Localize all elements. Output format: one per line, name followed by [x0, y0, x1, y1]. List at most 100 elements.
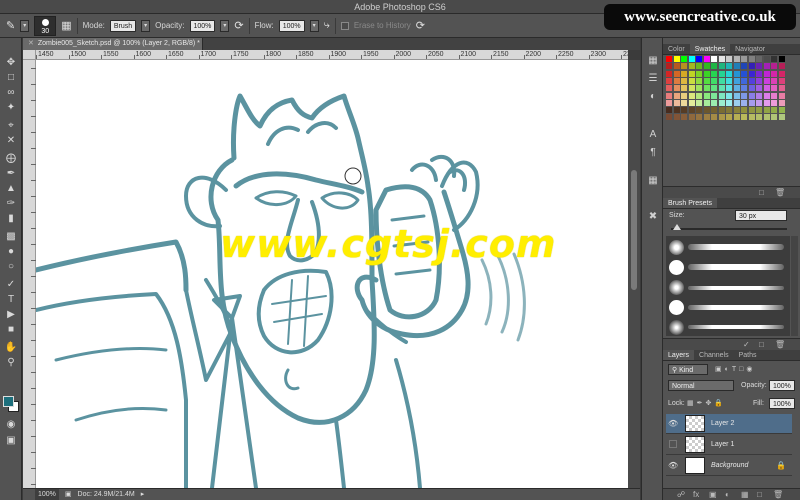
layer-style-icon[interactable]: fx — [693, 489, 699, 500]
swatch[interactable] — [741, 114, 747, 121]
swatch[interactable] — [733, 70, 740, 77]
swatch[interactable] — [718, 77, 725, 84]
brush-panel-icon[interactable]: ▦ — [646, 174, 660, 188]
blend-mode-select[interactable]: Normal — [668, 380, 734, 391]
swatch[interactable] — [763, 92, 770, 99]
vertical-scrollbar[interactable] — [628, 60, 640, 488]
swatch[interactable] — [741, 70, 747, 77]
swatch[interactable] — [696, 85, 702, 92]
pressure-opacity-icon[interactable]: ⟳ — [234, 19, 243, 32]
swatch[interactable] — [711, 114, 717, 121]
swatch[interactable] — [681, 77, 687, 84]
blur-tool-icon[interactable]: ● — [3, 245, 19, 259]
zoom-level[interactable]: 100% — [35, 489, 59, 500]
brush-size-slider[interactable] — [671, 228, 787, 230]
status-menu-arrow-icon[interactable]: ▸ — [141, 489, 145, 500]
swatch[interactable] — [703, 63, 710, 70]
history-brush-tool-icon[interactable]: ✑ — [3, 197, 19, 211]
character-panel-icon[interactable]: A — [646, 128, 660, 142]
swatch[interactable] — [666, 56, 672, 62]
swatch[interactable] — [681, 85, 687, 92]
swatch[interactable] — [681, 107, 687, 114]
swatch[interactable] — [726, 92, 732, 99]
swatch[interactable] — [718, 85, 725, 92]
swatch[interactable] — [688, 77, 695, 84]
eye-icon[interactable]: 👁 — [668, 419, 678, 428]
swatch[interactable] — [703, 99, 710, 106]
swatch[interactable] — [673, 77, 680, 84]
shape-tool-icon[interactable]: ■ — [3, 323, 19, 337]
link-layers-icon[interactable]: ☍ — [677, 489, 685, 500]
swatch[interactable] — [711, 107, 717, 114]
brush-tool-icon[interactable]: ✒ — [3, 167, 19, 181]
swatch-grid[interactable] — [666, 56, 788, 122]
swatch[interactable] — [726, 85, 732, 92]
horizontal-ruler[interactable]: 1450 1500 1550 1600 1650 1700 1750 1800 1850 1900… — [36, 50, 628, 60]
adjustment-layer-icon[interactable]: ◐ — [725, 489, 730, 500]
swatch[interactable] — [763, 77, 770, 84]
swatch[interactable] — [771, 77, 777, 84]
layer-row-layer-1[interactable]: Layer 1 — [666, 435, 792, 455]
swatch[interactable] — [681, 70, 687, 77]
tool-preset-dropdown[interactable]: ▾ — [20, 19, 30, 32]
swatch[interactable] — [748, 107, 755, 114]
tab-navigator[interactable]: Navigator — [730, 44, 770, 54]
swatch[interactable] — [733, 114, 740, 121]
flow-field[interactable]: 100% — [278, 19, 305, 32]
swatch[interactable] — [748, 114, 755, 121]
stamp-tool-icon[interactable]: ▲ — [3, 182, 19, 196]
swatch[interactable] — [711, 92, 717, 99]
healing-tool-icon[interactable]: ⨁ — [3, 152, 19, 166]
close-icon[interactable]: ✕ — [28, 40, 34, 47]
swatch[interactable] — [681, 114, 687, 121]
swatch[interactable] — [748, 56, 755, 62]
swatch[interactable] — [696, 77, 702, 84]
brush-list-scrollbar[interactable] — [791, 236, 798, 336]
trash-icon[interactable]: 🗑 — [773, 489, 783, 500]
swatch[interactable] — [733, 85, 740, 92]
layer-row-background[interactable]: 👁 Background 🔒 — [666, 456, 792, 476]
swatch[interactable] — [741, 85, 747, 92]
swatch[interactable] — [741, 92, 747, 99]
swatch[interactable] — [666, 63, 672, 70]
adjustments-panel-icon[interactable]: ◐ — [646, 90, 660, 104]
swatch[interactable] — [718, 70, 725, 77]
swatch[interactable] — [688, 63, 695, 70]
swatch[interactable] — [688, 56, 695, 62]
brush-size-field[interactable]: 30 px — [735, 210, 787, 221]
swatch[interactable] — [726, 77, 732, 84]
swatch[interactable] — [771, 107, 777, 114]
layer-row-layer-2[interactable]: 👁 Layer 2 — [666, 414, 792, 434]
swatch[interactable] — [763, 85, 770, 92]
foreground-color-swatch[interactable] — [3, 396, 14, 407]
path-select-tool-icon[interactable]: ▶ — [3, 308, 19, 322]
swatch[interactable] — [711, 77, 717, 84]
dodge-tool-icon[interactable]: ○ — [3, 260, 19, 274]
swatch[interactable] — [711, 85, 717, 92]
swatch[interactable] — [771, 85, 777, 92]
pen-tool-icon[interactable]: ✓ — [3, 278, 19, 292]
eraser-tool-icon[interactable]: ✎ — [6, 19, 15, 32]
swatch[interactable] — [666, 85, 672, 92]
tab-paths[interactable]: Paths — [734, 350, 762, 360]
swatch[interactable] — [688, 92, 695, 99]
fill-field[interactable]: 100% — [769, 398, 795, 409]
brush-preset-item[interactable] — [666, 298, 790, 317]
layer-filter-select[interactable]: ⚲ Kind — [668, 364, 708, 375]
swatch[interactable] — [696, 92, 702, 99]
layer-filter-icons[interactable]: ▣◐T□◉ — [715, 364, 755, 375]
brush-preset-item[interactable] — [666, 238, 790, 257]
swatch[interactable] — [711, 63, 717, 70]
swatch[interactable] — [756, 92, 762, 99]
swatch[interactable] — [688, 70, 695, 77]
properties-panel-icon[interactable]: ☰ — [646, 72, 660, 86]
swatch[interactable] — [778, 70, 785, 77]
swatch[interactable] — [681, 63, 687, 70]
swatch[interactable] — [688, 107, 695, 114]
swatch[interactable] — [703, 56, 710, 62]
swatch[interactable] — [696, 70, 702, 77]
swatch[interactable] — [748, 99, 755, 106]
swatch[interactable] — [756, 99, 762, 106]
mode-dropdown-arrow[interactable]: ▾ — [141, 19, 151, 32]
swatch[interactable] — [696, 114, 702, 121]
